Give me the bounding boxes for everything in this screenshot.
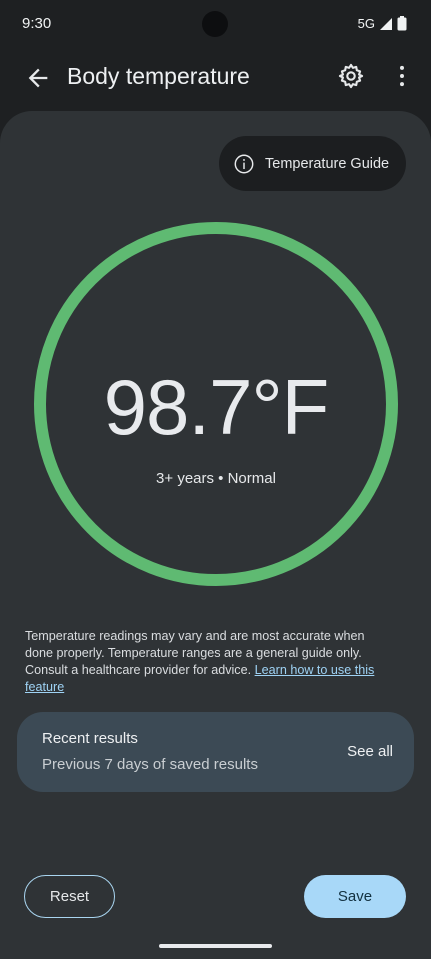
save-button[interactable]: Save xyxy=(304,875,406,918)
camera-cutout xyxy=(202,11,228,37)
home-indicator[interactable] xyxy=(159,944,272,948)
info-icon xyxy=(234,154,254,173)
reset-button[interactable]: Reset xyxy=(24,875,115,918)
arrow-back-icon[interactable] xyxy=(24,64,52,92)
page-title: Body temperature xyxy=(67,63,250,89)
app-bar: Body temperature xyxy=(0,50,431,106)
disclaimer-text: Temperature readings may vary and are mo… xyxy=(25,628,385,696)
status-time: 9:30 xyxy=(22,15,52,32)
recent-results-subtitle: Previous 7 days of saved results xyxy=(42,756,258,773)
battery-icon xyxy=(397,16,407,31)
status-bar: 9:30 5G xyxy=(0,0,431,50)
recent-results-title: Recent results xyxy=(42,730,138,747)
signal-icon xyxy=(380,17,392,30)
temperature-guide-label: Temperature Guide xyxy=(265,155,390,172)
temperature-reading: 98.7°F xyxy=(103,363,330,451)
network-type: 5G xyxy=(357,16,375,31)
gear-icon[interactable] xyxy=(337,62,365,90)
recent-results-card[interactable]: Recent results Previous 7 days of saved … xyxy=(17,712,414,792)
more-vert-icon[interactable] xyxy=(388,62,416,90)
status-icons: 5G xyxy=(358,16,407,31)
reading-status: 3+ years • Normal xyxy=(156,470,276,487)
see-all-button[interactable]: See all xyxy=(347,743,393,760)
temperature-guide-button[interactable]: Temperature Guide xyxy=(219,136,406,191)
